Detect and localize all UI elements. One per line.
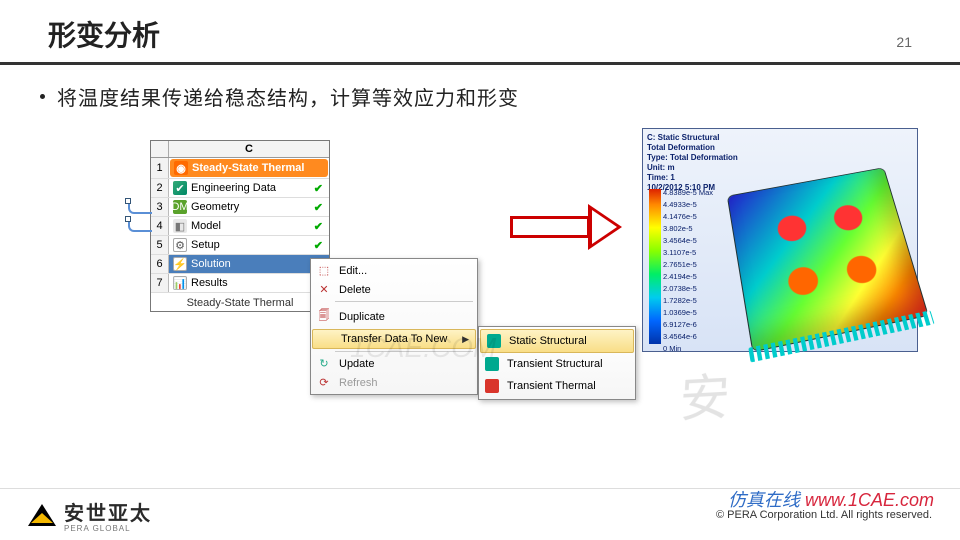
bullet-text: 将温度结果传递给稳态结构，计算等效应力和形变 [57,82,519,111]
arrow-right-icon [510,204,630,250]
edit-icon: ⬚ [315,264,333,277]
cell-label: Engineering Data [191,182,276,194]
status-tick-icon: ✔ [314,182,325,195]
page-title: 形变分析 [48,14,160,54]
column-label: C [169,141,329,157]
status-tick-icon: ✔ [314,220,325,233]
logo-text: 安世亚太 [64,497,152,526]
site-watermark: 仿真在线 www.1CAE.com [728,486,934,512]
cell-results[interactable]: 7 📊 Results ⚡ [151,274,329,293]
context-menu: ⬚ Edit... ✕ Delete 🗐 Duplicate Transfer … [310,258,478,395]
project-panel: C 1 ◉ Steady-State Thermal 2 ✔ Engineeri… [150,140,330,312]
geometry-icon: DM [173,200,187,214]
cell-label: Setup [191,239,220,251]
thermal-system-icon: ◉ [174,161,188,175]
color-bar-icon [649,189,661,344]
cell-label: Geometry [191,201,239,213]
transfer-data-submenu: Static Structural Transient Structural T… [478,326,636,400]
menu-separator [335,301,473,302]
cell-engineering-data[interactable]: 2 ✔ Engineering Data ✔ [151,179,329,198]
bullet-dot-icon [40,94,45,99]
menu-item-edit[interactable]: ⬚ Edit... [311,261,477,280]
scale-labels: 4.8389e-5 Max4.4933e-5 4.1476e-53.802e-5… [663,187,713,355]
status-tick-icon: ✔ [314,239,325,252]
results-icon: 📊 [173,276,187,290]
slide-header: 形变分析 21 [0,0,960,65]
menu-item-refresh: ⟳ Refresh [311,373,477,392]
slide-bullet: 将温度结果传递给稳态结构，计算等效应力和形变 [40,82,519,111]
cell-model[interactable]: 4 ◧ Model ✔ [151,217,329,236]
setup-icon: ⚙ [173,238,187,252]
submenu-item-transient-thermal[interactable]: Transient Thermal [479,375,635,397]
link-connector-icon [128,220,152,232]
company-logo: 安世亚太 PERA GLOBAL [28,497,152,533]
result-viewport: C: Static Structural Total Deformation T… [642,128,918,352]
refresh-icon: ⟳ [315,376,333,389]
transient-thermal-icon [483,378,501,394]
cell-solution[interactable]: 6 ⚡ Solution ⚡ [151,255,329,274]
update-icon: ↻ [315,357,333,370]
page-number: 21 [896,34,912,54]
system-header-row[interactable]: 1 ◉ Steady-State Thermal [151,158,329,179]
submenu-item-static-structural[interactable]: Static Structural [480,329,634,353]
status-tick-icon: ✔ [314,201,325,214]
solution-icon: ⚡ [173,257,187,271]
delete-icon: ✕ [315,283,333,296]
duplicate-icon: 🗐 [315,307,333,326]
cell-label: Steady-State Thermal [192,162,304,174]
deformation-model [728,168,928,351]
slide-content: C 1 ◉ Steady-State Thermal 2 ✔ Engineeri… [0,120,960,440]
watermark-center: 1CAE.COM [350,332,496,364]
cell-label: Solution [191,258,231,270]
cell-geometry[interactable]: 3 DM Geometry ✔ [151,198,329,217]
link-connector-icon [128,202,152,214]
logo-triangle-icon [28,504,56,526]
cell-setup[interactable]: 5 ⚙ Setup ✔ [151,236,329,255]
panel-column-header: C [151,141,329,158]
submenu-item-transient-structural[interactable]: Transient Structural [479,353,635,375]
cell-label: Model [191,220,221,232]
panel-caption: Steady-State Thermal [151,293,329,311]
model-icon: ◧ [173,219,187,233]
menu-item-delete[interactable]: ✕ Delete [311,280,477,299]
menu-item-duplicate[interactable]: 🗐 Duplicate [311,304,477,329]
cell-label: Results [191,277,228,289]
engineering-data-icon: ✔ [173,181,187,195]
